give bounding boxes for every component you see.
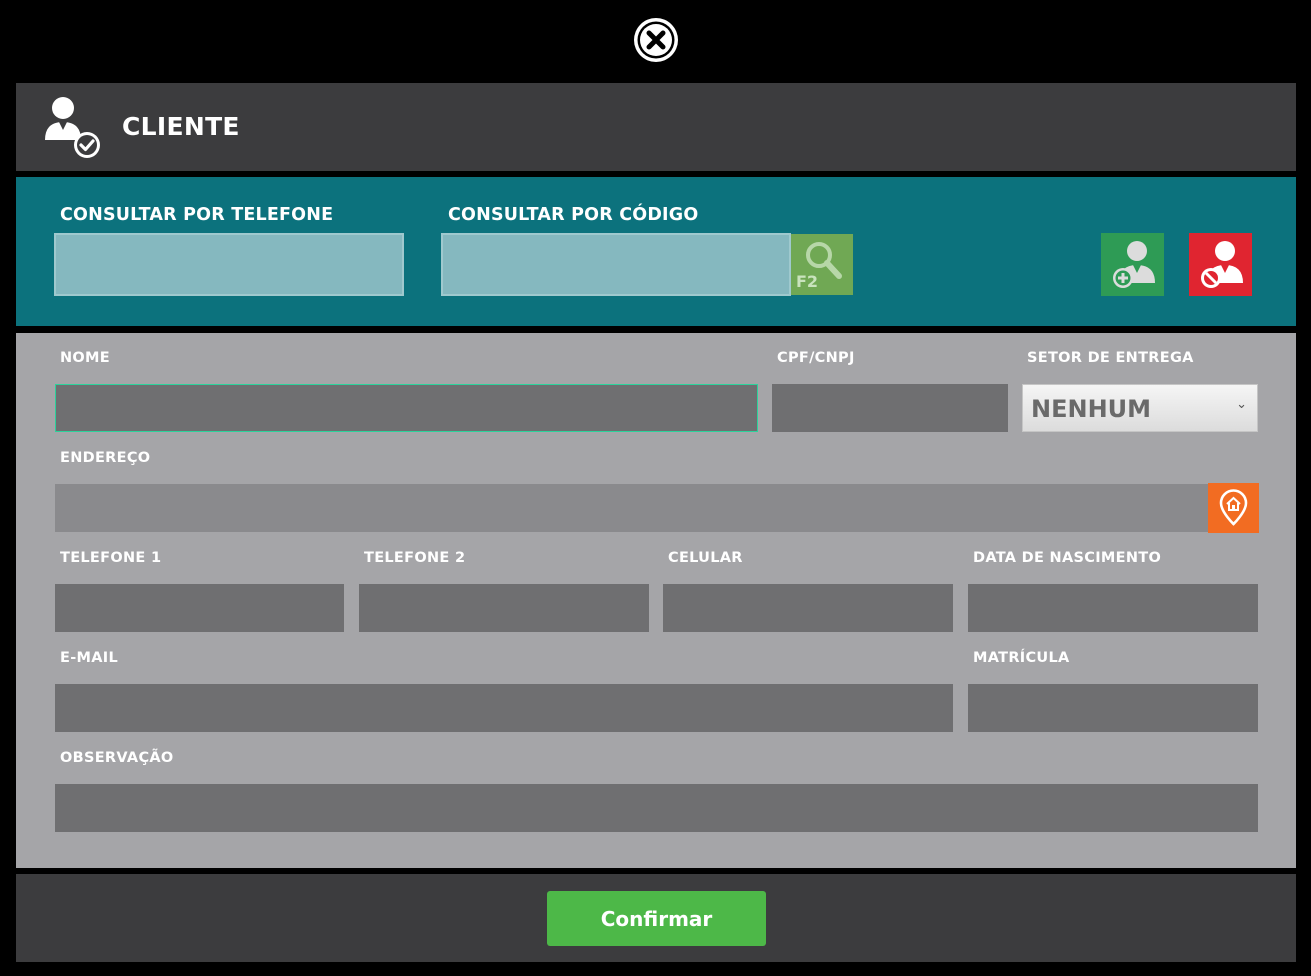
add-client-icon (1113, 241, 1155, 288)
telefone1-label: TELEFONE 1 (60, 550, 162, 566)
observacao-input[interactable] (55, 784, 1258, 832)
dialog-title: CLIENTE (122, 112, 240, 141)
block-client-icon (1201, 241, 1243, 288)
matricula-label: MATRÍCULA (973, 650, 1070, 666)
setor-selected-value: NENHUM (1031, 395, 1152, 423)
celular-label: CELULAR (668, 550, 743, 566)
code-search-input[interactable] (441, 233, 791, 296)
observacao-label: OBSERVAÇÃO (60, 750, 174, 766)
close-icon (634, 18, 678, 62)
phone-search-label: CONSULTAR POR TELEFONE (60, 205, 334, 225)
block-client-button[interactable] (1189, 233, 1252, 296)
nascimento-input[interactable] (968, 584, 1258, 632)
setor-select[interactable]: NENHUM ⌄ (1022, 384, 1258, 432)
celular-input[interactable] (663, 584, 953, 632)
email-input[interactable] (55, 684, 953, 732)
nome-input[interactable] (55, 384, 758, 432)
phone-search-input[interactable] (54, 233, 404, 296)
f2-key-label: F2 (796, 272, 819, 291)
map-pin-home-icon (1219, 489, 1248, 526)
telefone2-input[interactable] (359, 584, 649, 632)
endereco-label: ENDEREÇO (60, 450, 151, 466)
setor-label: SETOR DE ENTREGA (1027, 350, 1194, 366)
matricula-input[interactable] (968, 684, 1258, 732)
email-label: E-MAIL (60, 650, 119, 666)
address-map-button[interactable] (1208, 483, 1259, 533)
cpf-input[interactable] (772, 384, 1008, 432)
confirm-button[interactable]: Confirmar (547, 891, 766, 946)
endereco-input[interactable] (55, 484, 1208, 532)
search-f2-button[interactable]: F2 (791, 234, 853, 295)
telefone2-label: TELEFONE 2 (364, 550, 466, 566)
telefone1-input[interactable] (55, 584, 344, 632)
close-button[interactable] (631, 15, 681, 65)
add-client-button[interactable] (1101, 233, 1164, 296)
code-search-label: CONSULTAR POR CÓDIGO (448, 205, 699, 225)
client-check-icon (43, 96, 101, 158)
cpf-label: CPF/CNPJ (777, 350, 855, 366)
nome-label: NOME (60, 350, 110, 366)
chevron-down-icon: ⌄ (1236, 397, 1247, 412)
nascimento-label: DATA DE NASCIMENTO (973, 550, 1162, 566)
